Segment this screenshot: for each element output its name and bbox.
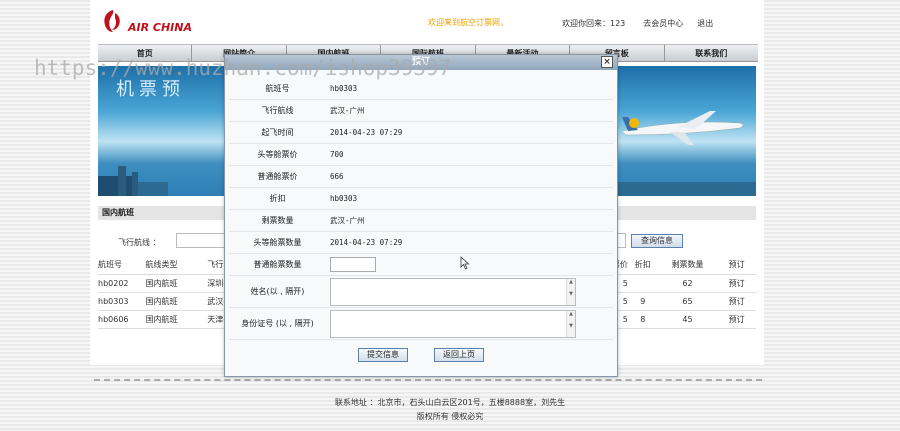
table-cell: hb0303 <box>98 292 146 311</box>
field-label: 飞行航线 <box>261 106 294 115</box>
modal-actions: 提交信息 返回上页 <box>229 348 613 362</box>
logo-text: AIR CHINA <box>128 20 192 34</box>
table-cell: 62 <box>657 274 718 293</box>
table-cell: hb0606 <box>98 310 146 329</box>
field-value: hb0303 <box>330 84 358 93</box>
footer-address: 联系地址 ：北京市，石头山白云区201号，五楼8888室，刘先生 <box>334 398 566 407</box>
economy-count-label: 普通舱票数量 <box>253 260 302 269</box>
table-cell: 8 <box>627 310 658 329</box>
field-label: 头等舱票数量 <box>253 238 302 247</box>
top-links: 欢迎你回来：123 去会员中心 退出 <box>562 18 713 29</box>
footer-divider <box>94 379 762 381</box>
form-row: 普通舱票价 666 <box>229 166 613 188</box>
modal-header: 预订 × <box>225 55 617 70</box>
banner-title: 机票预 <box>116 79 185 100</box>
modal-body: 航班号 hb0303 飞行航线 武汉-广州 起飞时间 2014-04-23 07… <box>225 70 617 362</box>
id-number-label: 身份证号 (以 , 隔开) <box>241 319 314 328</box>
field-label: 航班号 <box>265 84 290 93</box>
field-label: 剩票数量 <box>261 216 294 225</box>
field-value: 700 <box>330 150 344 159</box>
field-value: 2014-04-23 07:29 <box>330 128 403 137</box>
field-label: 折扣 <box>269 194 286 203</box>
field-label: 普通舱票价 <box>257 172 298 181</box>
col-header: 航线类型 <box>145 256 208 275</box>
table-cell: 国内航班 <box>145 292 208 311</box>
logout-link[interactable]: 退出 <box>697 18 713 29</box>
modal-title: 预订 <box>411 57 430 67</box>
form-row: 航班号 hb0303 <box>229 78 613 100</box>
table-cell: 国内航班 <box>145 274 208 293</box>
table-cell: 65 <box>657 292 718 311</box>
close-icon[interactable]: × <box>601 56 613 68</box>
book-link[interactable]: 预订 <box>717 274 756 293</box>
field-label: 起飞时间 <box>261 128 294 137</box>
submit-button[interactable]: 提交信息 <box>358 348 408 362</box>
city-building <box>118 166 126 196</box>
form-row: 剩票数量 武汉-广州 <box>229 210 613 232</box>
economy-count-input[interactable] <box>330 257 376 272</box>
welcome-banner: 欢迎来到航空订票网， <box>428 18 508 27</box>
field-value: 武汉-广州 <box>330 216 365 225</box>
back-button[interactable]: 返回上页 <box>434 348 484 362</box>
field-value: hb0303 <box>330 194 358 203</box>
member-center-link[interactable]: 去会员中心 <box>643 18 683 29</box>
form-row: 头等舱票价 700 <box>229 144 613 166</box>
table-cell: hb0202 <box>98 274 146 293</box>
table-cell: 45 <box>657 310 718 329</box>
col-header: 剩票数量 <box>657 256 718 275</box>
id-number-textarea[interactable]: ▲ ▼ <box>330 309 576 338</box>
field-value: 666 <box>330 172 344 181</box>
table-cell: 9 <box>627 292 658 311</box>
name-textarea[interactable]: ▲ ▼ <box>330 277 576 306</box>
field-value: 2014-04-23 07:29 <box>330 238 403 247</box>
city-skyline <box>618 182 756 196</box>
col-header: 航班号 <box>98 256 146 275</box>
scrollbar[interactable]: ▲ ▼ <box>566 310 575 337</box>
form-row: 姓名(以 , 隔开) ▲ ▼ <box>229 276 613 308</box>
scrollbar[interactable]: ▲ ▼ <box>566 278 575 305</box>
form-row: 折扣 hb0303 <box>229 188 613 210</box>
col-header: 折扣 <box>627 256 658 275</box>
form-row: 起飞时间 2014-04-23 07:29 <box>229 122 613 144</box>
nav-home[interactable]: 首页 <box>98 45 193 61</box>
col-header: 预订 <box>717 256 756 275</box>
airplane-icon <box>621 111 744 145</box>
name-label: 姓名(以 , 隔开) <box>250 287 305 296</box>
query-button[interactable]: 查询信息 <box>631 234 683 248</box>
air-china-phoenix-icon <box>104 10 120 32</box>
nav-contact[interactable]: 联系我们 <box>665 45 758 61</box>
mouse-cursor-icon <box>460 256 470 270</box>
table-cell: 国内航班 <box>145 310 208 329</box>
form-row: 头等舱票数量 2014-04-23 07:29 <box>229 232 613 254</box>
book-link[interactable]: 预订 <box>717 292 756 311</box>
city-skyline <box>138 182 168 196</box>
field-value: 武汉-广州 <box>330 106 365 115</box>
table-cell <box>627 274 658 293</box>
greeting-text: 欢迎你回来：123 <box>562 19 626 28</box>
booking-modal: 预订 × 航班号 hb0303 飞行航线 武汉-广州 起飞时间 2014-04-… <box>224 54 618 377</box>
field-label: 头等舱票价 <box>257 150 298 159</box>
form-row: 飞行航线 武汉-广州 <box>229 100 613 122</box>
form-row: 身份证号 (以 , 隔开) ▲ ▼ <box>229 308 613 340</box>
footer-copyright: 版权所有 侵权必究 <box>416 412 484 421</box>
book-link[interactable]: 预订 <box>717 310 756 329</box>
logo: AIR CHINA <box>100 8 192 34</box>
route-search-label: 飞行航线 ： <box>118 238 161 247</box>
form-row: 普通舱票数量 <box>229 254 613 276</box>
